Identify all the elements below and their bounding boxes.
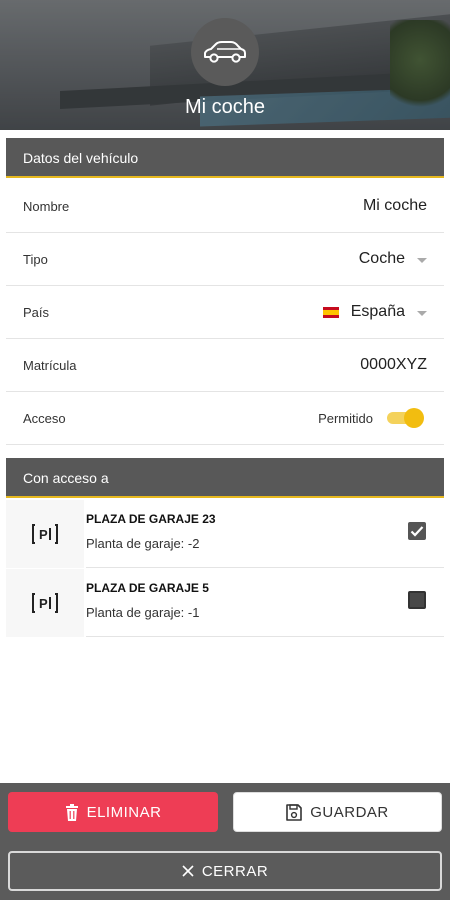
name-row[interactable]: Nombre Mi coche bbox=[6, 180, 444, 233]
car-avatar bbox=[191, 18, 259, 86]
list-item[interactable]: P PLAZA DE GARAJE 5 Planta de garaje: -1 bbox=[6, 569, 444, 637]
type-value: Coche bbox=[358, 250, 405, 267]
access-toggle[interactable] bbox=[387, 408, 427, 428]
item-checkbox[interactable] bbox=[408, 522, 426, 540]
save-button[interactable]: GUARDAR bbox=[233, 792, 442, 832]
chevron-down-icon bbox=[417, 257, 427, 263]
close-icon bbox=[182, 865, 194, 877]
svg-text:P: P bbox=[39, 527, 48, 542]
toggle-knob bbox=[404, 408, 424, 428]
country-label: País bbox=[23, 304, 50, 320]
header-banner: Mi coche bbox=[0, 0, 450, 130]
svg-text:P: P bbox=[39, 596, 48, 611]
chevron-down-icon bbox=[417, 310, 427, 316]
type-row[interactable]: Tipo Coche bbox=[6, 233, 444, 286]
plate-label: Matrícula bbox=[23, 357, 77, 373]
item-checkbox[interactable] bbox=[408, 591, 426, 609]
plate-value[interactable]: 0000XYZ bbox=[360, 356, 427, 374]
vehicle-section-header: Datos del vehículo bbox=[6, 138, 444, 178]
delete-label: ELIMINAR bbox=[86, 803, 162, 821]
parking-icon-cell: P bbox=[6, 569, 84, 637]
page-title: Mi coche bbox=[184, 96, 266, 118]
access-section-header: Con acceso a bbox=[6, 458, 444, 498]
plate-row[interactable]: Matrícula 0000XYZ bbox=[6, 339, 444, 392]
parking-icon: P bbox=[32, 593, 58, 613]
action-bar: ELIMINAR GUARDAR CERRAR bbox=[0, 783, 450, 900]
type-select[interactable]: Coche bbox=[359, 250, 427, 268]
spain-flag-icon bbox=[322, 306, 339, 318]
country-row[interactable]: País España bbox=[6, 286, 444, 339]
access-status: Permitido bbox=[318, 410, 373, 426]
item-name: PLAZA DE GARAJE 5 bbox=[86, 581, 209, 595]
close-label: CERRAR bbox=[201, 862, 269, 880]
country-select[interactable]: España bbox=[322, 303, 427, 321]
car-icon bbox=[204, 41, 246, 63]
item-name: PLAZA DE GARAJE 23 bbox=[86, 512, 216, 526]
item-detail: Planta de garaje: -1 bbox=[86, 605, 200, 620]
parking-icon: P bbox=[32, 524, 58, 544]
item-texts: PLAZA DE GARAJE 5 Planta de garaje: -1 bbox=[86, 569, 444, 637]
delete-button[interactable]: ELIMINAR bbox=[8, 792, 218, 832]
parking-icon-cell: P bbox=[6, 500, 84, 568]
trash-icon bbox=[65, 803, 78, 821]
access-row: Acceso Permitido bbox=[6, 392, 444, 445]
name-label: Nombre bbox=[23, 198, 70, 214]
list-item[interactable]: P PLAZA DE GARAJE 23 Planta de garaje: -… bbox=[6, 500, 444, 568]
floppy-disk-icon bbox=[286, 803, 303, 821]
item-texts: PLAZA DE GARAJE 23 Planta de garaje: -2 bbox=[86, 500, 444, 568]
access-label: Acceso bbox=[23, 410, 66, 426]
item-detail: Planta de garaje: -2 bbox=[86, 536, 200, 551]
name-value[interactable]: Mi coche bbox=[363, 197, 427, 215]
type-label: Tipo bbox=[23, 251, 48, 267]
country-value: España bbox=[350, 303, 405, 320]
save-label: GUARDAR bbox=[310, 803, 389, 821]
check-icon bbox=[410, 526, 424, 537]
close-button[interactable]: CERRAR bbox=[8, 851, 442, 891]
